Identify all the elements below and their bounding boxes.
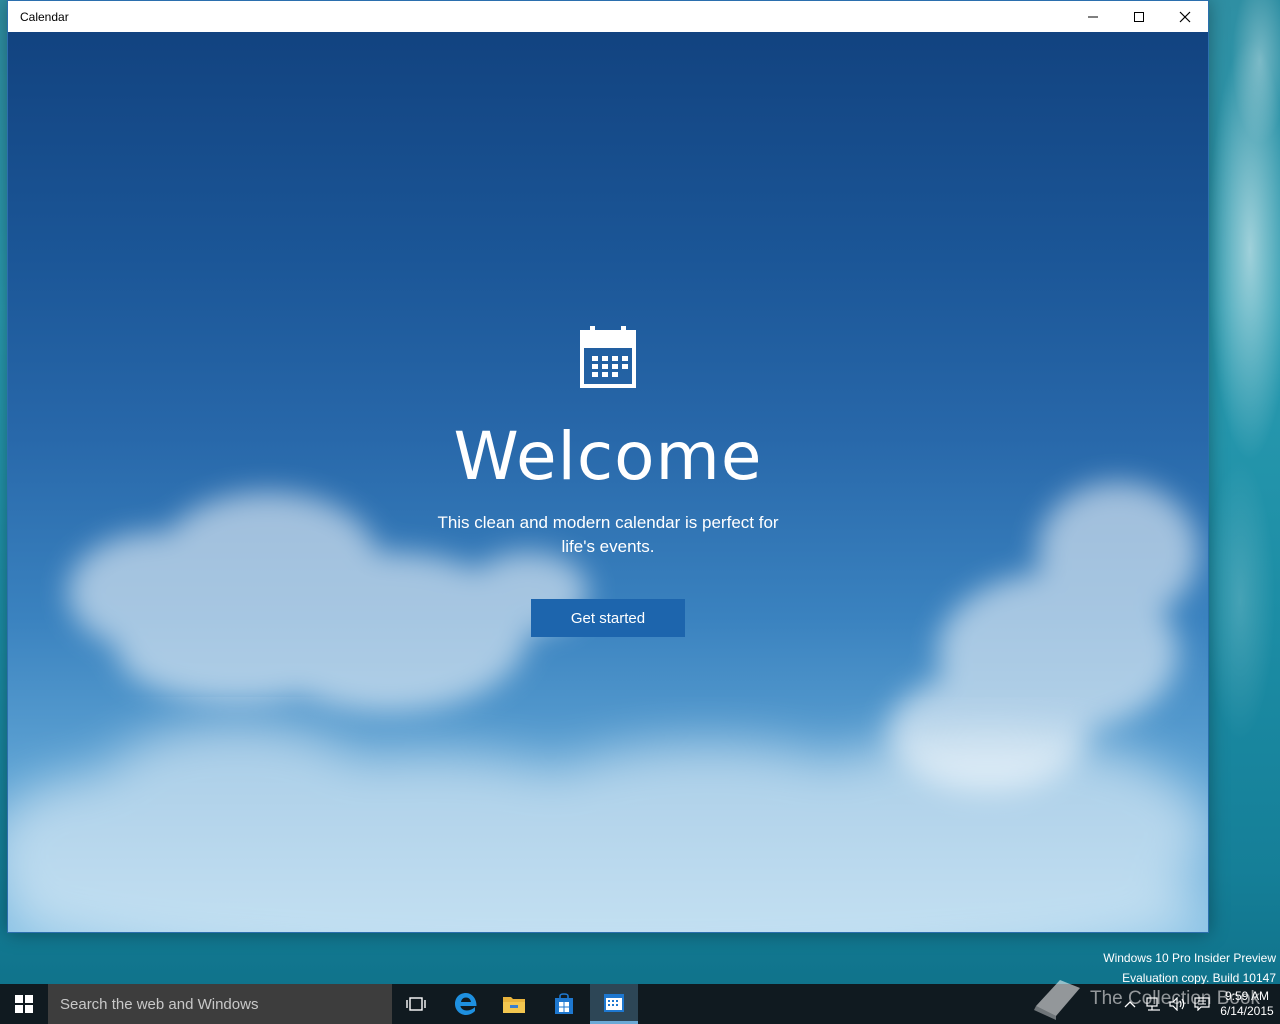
folder-icon xyxy=(503,997,525,1013)
minimize-button[interactable] xyxy=(1070,1,1116,32)
calendar-window: Calendar Welcome This clean and modern c… xyxy=(7,0,1209,933)
calendar-app-icon xyxy=(604,993,624,1012)
caption-buttons xyxy=(1070,1,1208,32)
get-started-button[interactable]: Get started xyxy=(531,599,685,637)
close-button[interactable] xyxy=(1162,1,1208,32)
windows-logo-icon xyxy=(15,995,33,1013)
start-button[interactable] xyxy=(0,984,48,1024)
welcome-screen: Welcome This clean and modern calendar i… xyxy=(8,32,1208,932)
edge-button[interactable] xyxy=(442,984,490,1024)
maximize-button[interactable] xyxy=(1116,1,1162,32)
minimize-icon xyxy=(1088,16,1098,17)
file-explorer-button[interactable] xyxy=(490,984,538,1024)
welcome-description: This clean and modern calendar is perfec… xyxy=(437,513,779,556)
store-icon xyxy=(555,993,573,1014)
calendar-taskbar-button[interactable] xyxy=(590,984,638,1024)
calendar-icon xyxy=(580,326,636,388)
search-input[interactable]: Search the web and Windows xyxy=(48,984,392,1024)
collection-book-watermark: The Collection Book xyxy=(1030,974,1280,1024)
task-view-button[interactable] xyxy=(392,984,440,1024)
close-icon xyxy=(1179,11,1191,22)
watermark-line-1: Windows 10 Pro Insider Preview xyxy=(1103,951,1276,965)
window-title: Calendar xyxy=(20,9,69,24)
maximize-icon xyxy=(1134,11,1144,22)
welcome-heading: Welcome xyxy=(453,418,763,495)
desktop-wallpaper xyxy=(1200,0,1280,980)
collection-book-text: The Collection Book xyxy=(1090,988,1261,1009)
task-view-icon xyxy=(406,997,426,1011)
book-icon xyxy=(1034,980,1080,1020)
title-bar[interactable]: Calendar xyxy=(8,1,1208,32)
edge-icon xyxy=(455,993,477,1015)
store-button[interactable] xyxy=(540,984,588,1024)
